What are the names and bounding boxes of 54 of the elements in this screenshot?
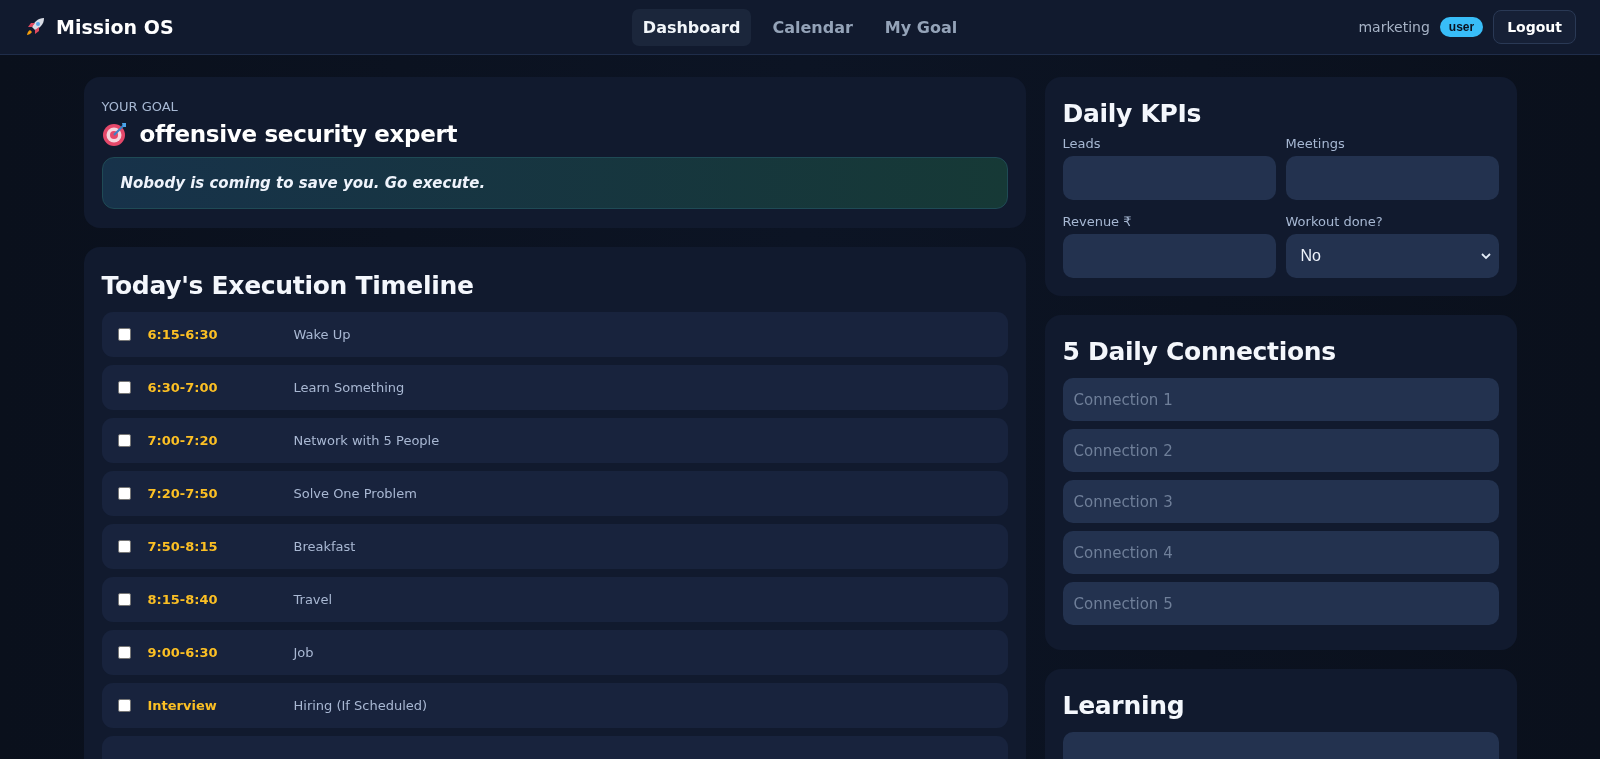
task-name: Job (293, 645, 314, 660)
task-name: Breakfast (293, 539, 356, 554)
nav-tab[interactable]: My Goal (873, 8, 969, 46)
time-slot: Interview (147, 698, 294, 713)
kpi-input[interactable] (1285, 156, 1499, 200)
checkbox[interactable] (117, 699, 131, 712)
connection-input[interactable]: Connection 5 (1062, 582, 1499, 625)
field-label: Meetings (1285, 136, 1346, 151)
motivation-banner: Nobody is coming to save you. Go execute. (101, 157, 1008, 209)
kpi-input[interactable] (1062, 156, 1276, 200)
time-slot: 6:30-7:00 (147, 380, 294, 395)
logout-button[interactable]: Logout (1493, 10, 1576, 44)
goal-eyebrow: YOUR GOAL (101, 99, 179, 114)
checkbox[interactable] (117, 487, 131, 500)
connection-input[interactable]: Connection 2 (1062, 429, 1499, 472)
task-name: Solve One Problem (293, 486, 417, 501)
kpi-title: Daily KPIs (1062, 99, 1203, 128)
goal-title: offensive security expert (139, 121, 458, 147)
connection-input[interactable]: Connection 3 (1062, 480, 1499, 523)
brand-name: Mission OS (56, 16, 174, 38)
connections-title: 5 Daily Connections (1062, 337, 1337, 366)
time-slot: 7:00-7:20 (147, 433, 294, 448)
chevron-down-icon (1480, 252, 1491, 260)
task-name: Travel (293, 592, 333, 607)
connection-input[interactable]: Connection 4 (1062, 531, 1499, 574)
kpi-input[interactable] (1062, 234, 1276, 278)
time-slot: 9:00-6:30 (147, 645, 294, 660)
checkbox[interactable] (117, 540, 131, 553)
task-name: Hiring (If Scheduled) (293, 698, 428, 713)
task-name: Learn Something (293, 380, 405, 395)
nav-tab[interactable]: Dashboard (631, 8, 752, 46)
checkbox[interactable] (117, 381, 131, 394)
task-name: Network with 5 People (293, 433, 440, 448)
time-slot: 7:50-8:15 (147, 539, 294, 554)
connection-input[interactable]: Connection 1 (1062, 378, 1499, 421)
rocket-icon (24, 16, 46, 38)
target-icon (101, 121, 128, 147)
field-label: Workout done? (1285, 214, 1384, 229)
field-label: Revenue ₹ (1062, 214, 1133, 229)
learning-title: Learning (1062, 691, 1186, 720)
workout-select[interactable]: No (1285, 234, 1499, 278)
nav-tab[interactable]: Calendar (761, 8, 864, 46)
time-slot: 8:15-8:40 (147, 592, 294, 607)
task-name: Wake Up (293, 327, 351, 342)
checkbox[interactable] (117, 328, 131, 341)
field-label: Leads (1062, 136, 1102, 151)
checkbox[interactable] (117, 434, 131, 447)
timeline-title: Today's Execution Timeline (101, 271, 475, 300)
checkbox[interactable] (117, 593, 131, 606)
time-slot: 6:15-6:30 (147, 327, 294, 342)
role-badge: user (1439, 17, 1484, 37)
username: marketing (1358, 19, 1430, 35)
time-slot: 7:20-7:50 (147, 486, 294, 501)
checkbox[interactable] (117, 646, 131, 659)
